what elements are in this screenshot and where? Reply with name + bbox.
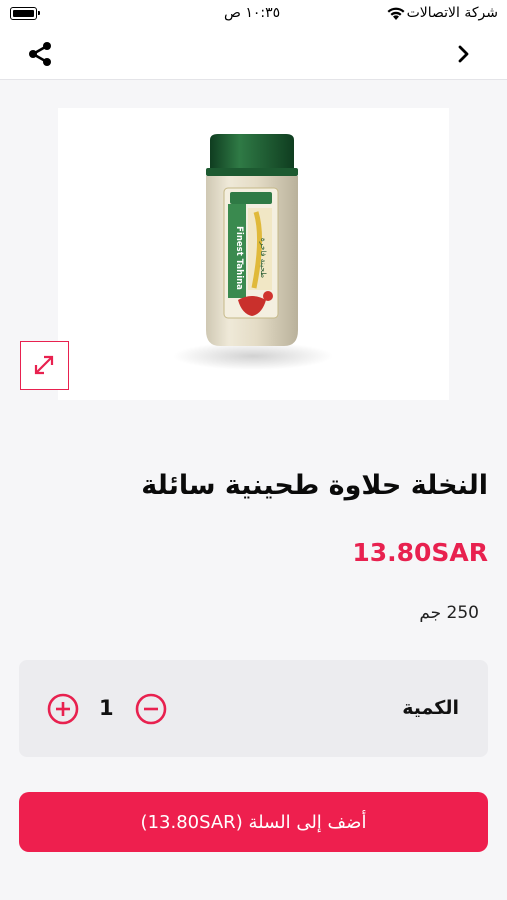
- quantity-stepper: 1 الكمية: [19, 660, 488, 757]
- jar-label-english: Finest Tahina: [234, 226, 244, 290]
- tahini-jar-image: Finest Tahina طحينة فاخرة: [173, 134, 333, 370]
- status-bar: ١٠:٣٥ ص شركة الاتصالات: [0, 0, 507, 28]
- expand-icon: [34, 355, 54, 375]
- quantity-label: الكمية: [402, 697, 459, 719]
- chevron-right-icon[interactable]: [452, 42, 476, 66]
- product-price: 13.80SAR: [352, 538, 488, 567]
- carrier-name: شركة الاتصالات: [406, 5, 498, 21]
- product-image[interactable]: Finest Tahina طحينة فاخرة: [58, 108, 449, 400]
- add-to-cart-button[interactable]: أضف إلى السلة (13.80SAR): [19, 792, 488, 852]
- wifi-icon: [387, 7, 405, 20]
- product-title: النخلة حلاوة طحينية سائلة: [141, 470, 488, 501]
- battery-icon: [10, 7, 40, 20]
- nav-bar: [0, 28, 507, 80]
- share-icon[interactable]: [26, 40, 54, 68]
- status-time: ١٠:٣٥ ص: [224, 5, 281, 21]
- expand-image-button[interactable]: [20, 341, 69, 390]
- product-weight: 250 جم: [419, 603, 479, 623]
- quantity-value: 1: [99, 696, 114, 720]
- jar-label-arabic: طحينة فاخرة: [259, 238, 268, 278]
- plus-icon[interactable]: [47, 693, 79, 725]
- minus-icon[interactable]: [135, 693, 167, 725]
